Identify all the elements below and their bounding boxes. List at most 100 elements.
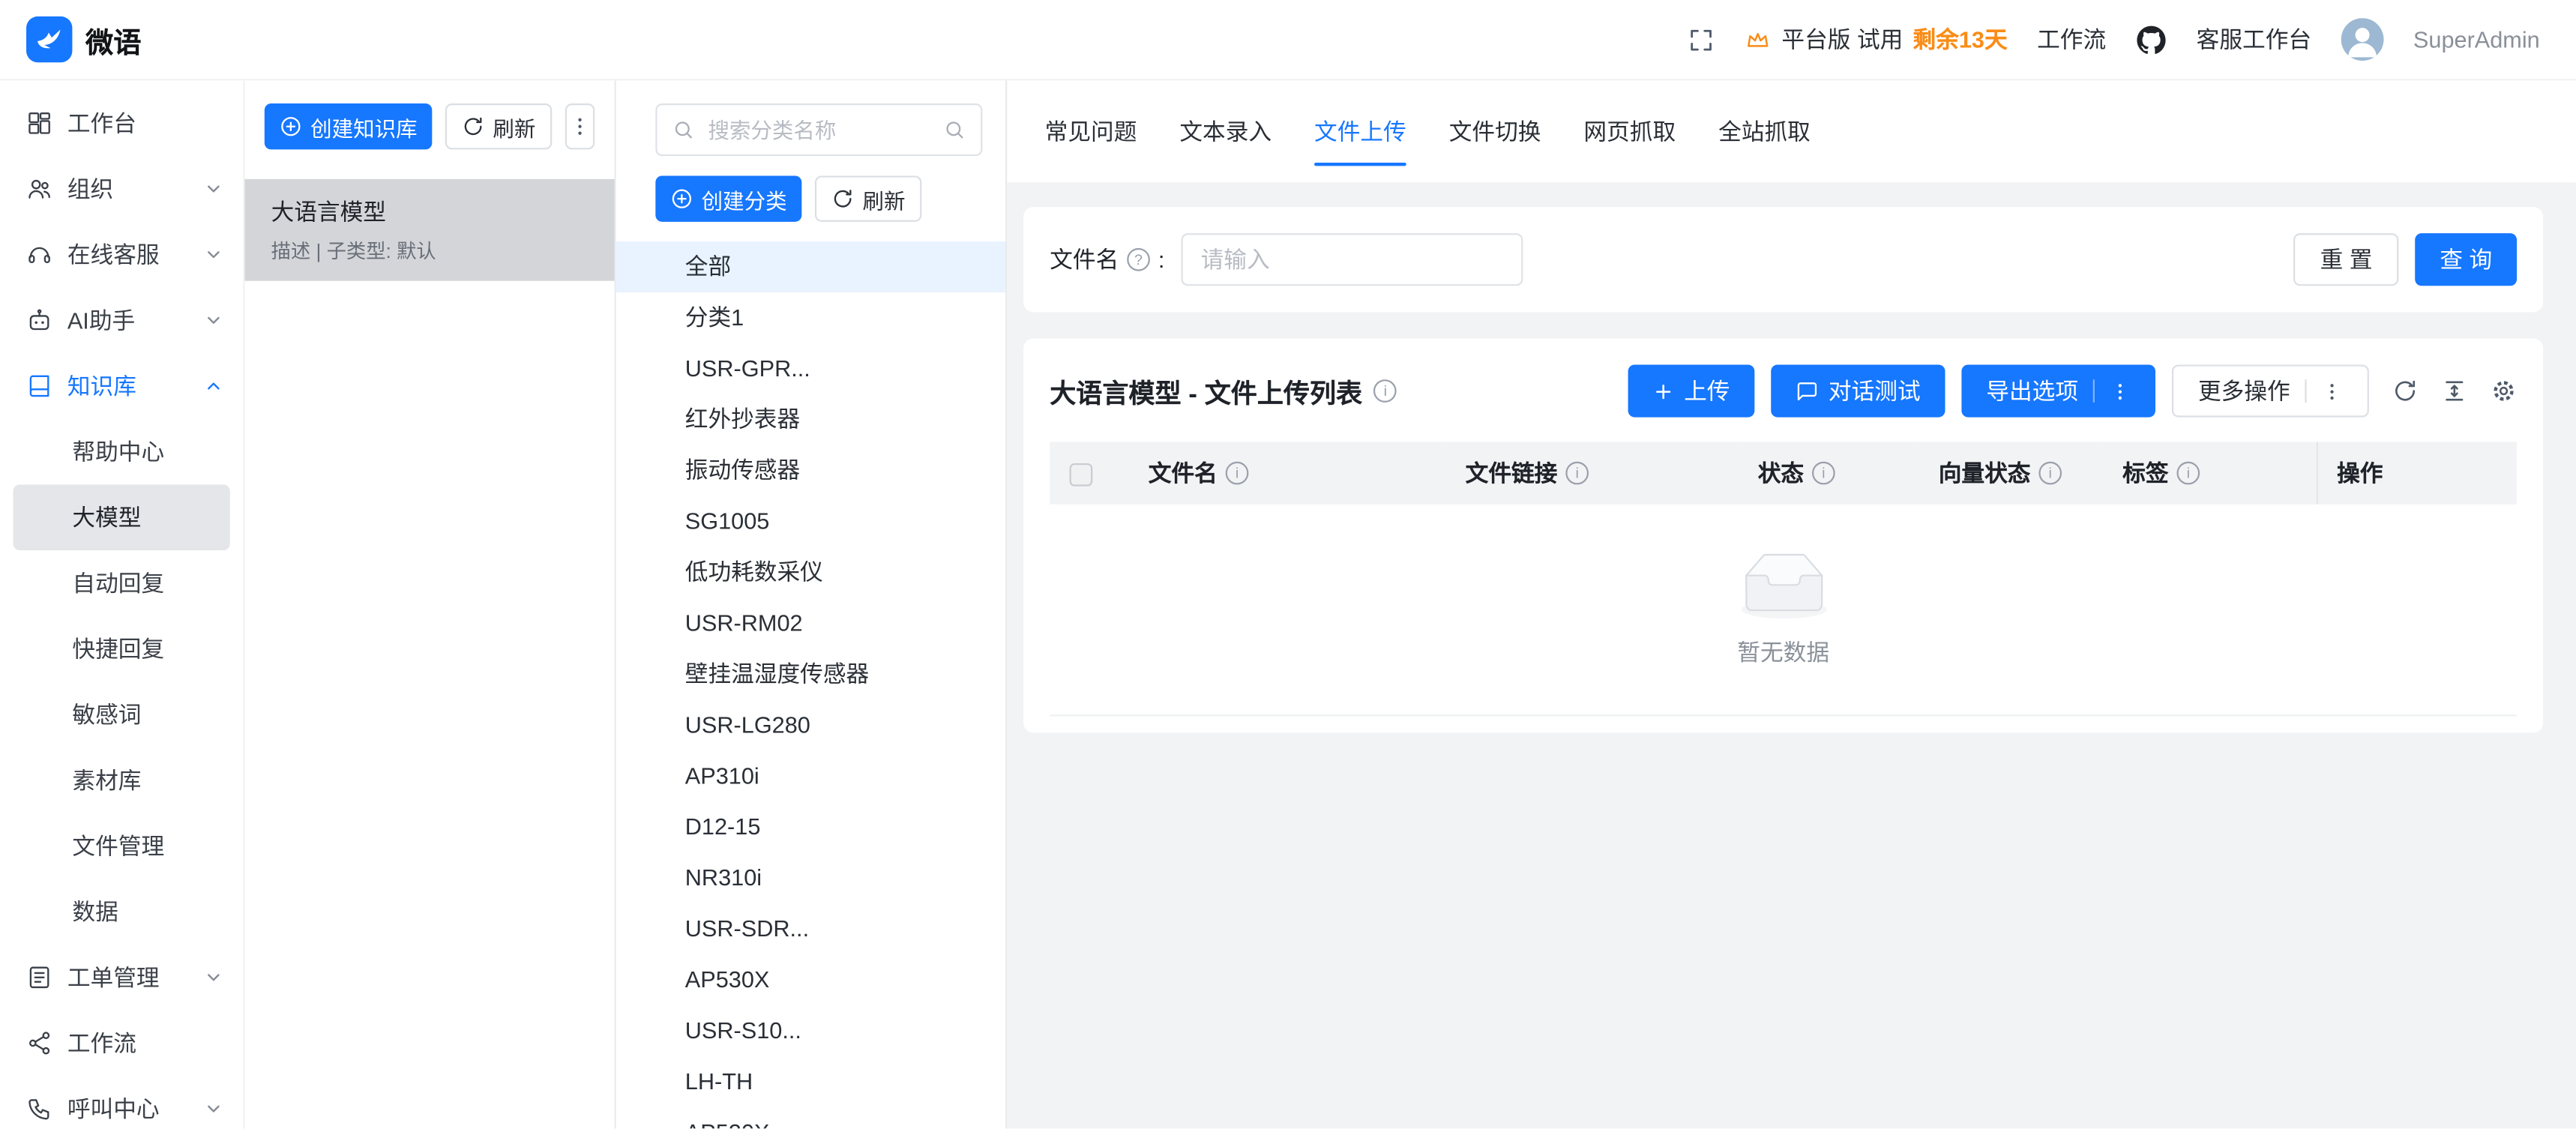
info-icon[interactable] bbox=[1565, 462, 1589, 485]
trial-days-left: 剩余13天 bbox=[1913, 23, 2007, 56]
category-item[interactable]: 全部 bbox=[616, 241, 1005, 292]
fullscreen-icon[interactable] bbox=[1688, 25, 1716, 53]
more-actions-button[interactable]: 更多操作 bbox=[2172, 364, 2369, 417]
plan-badge[interactable]: 平台版 试用 剩余13天 bbox=[1745, 23, 2007, 56]
avatar[interactable] bbox=[2341, 18, 2383, 61]
refresh-category-button[interactable]: 刷新 bbox=[815, 175, 921, 221]
column-status: 状态 bbox=[1738, 442, 1919, 504]
kb-list-item-selected[interactable]: 大语言模型 描述 | 子类型: 默认 bbox=[245, 179, 615, 281]
category-item[interactable]: USR-RM02 bbox=[616, 598, 1005, 649]
github-icon[interactable] bbox=[2136, 24, 2167, 55]
refresh-icon[interactable] bbox=[2392, 378, 2419, 404]
sidebar-item-label: 呼叫中心 bbox=[67, 1092, 160, 1125]
sidebar-subitem-auto-reply[interactable]: 自动回复 bbox=[13, 550, 230, 616]
sidebar-subitem-quick-reply[interactable]: 快捷回复 bbox=[13, 616, 230, 682]
info-icon[interactable] bbox=[1226, 462, 1249, 485]
robot-icon bbox=[26, 307, 52, 334]
category-item[interactable]: 壁挂温湿度传感器 bbox=[616, 649, 1005, 700]
category-item[interactable]: USR-S10... bbox=[616, 1005, 1005, 1056]
refresh-kb-label: 刷新 bbox=[493, 111, 535, 142]
sidebar-item-organization[interactable]: 组织 bbox=[0, 156, 243, 222]
sidebar-item-label: 工作台 bbox=[67, 106, 136, 139]
settings-gear-icon[interactable] bbox=[2491, 378, 2517, 404]
upload-label: 上传 bbox=[1684, 375, 1730, 408]
sidebar-item-workbench[interactable]: 工作台 bbox=[0, 91, 243, 157]
kb-toolbar: 创建知识库 刷新 bbox=[245, 80, 615, 169]
category-item[interactable]: 振动传感器 bbox=[616, 445, 1005, 496]
category-item[interactable]: SG1005 bbox=[616, 496, 1005, 547]
category-item[interactable]: AP530X bbox=[616, 954, 1005, 1005]
book-icon bbox=[26, 373, 52, 399]
category-item[interactable]: USR-GPR... bbox=[616, 343, 1005, 394]
tab-faq[interactable]: 常见问题 bbox=[1023, 80, 1158, 182]
workspace-link[interactable]: 客服工作台 bbox=[2197, 23, 2311, 56]
category-item[interactable]: 分类1 bbox=[616, 292, 1005, 343]
sidebar-subitem-llm[interactable]: 大模型 bbox=[13, 484, 230, 550]
sidebar-subitem-data[interactable]: 数据 bbox=[13, 879, 230, 945]
export-options-button[interactable]: 导出选项 bbox=[1961, 364, 2155, 417]
create-category-button[interactable]: 创建分类 bbox=[655, 175, 801, 221]
tab-site-crawl[interactable]: 全站抓取 bbox=[1697, 80, 1832, 182]
sidebar-item-ai-assistant[interactable]: AI助手 bbox=[0, 287, 243, 353]
tab-file-upload[interactable]: 文件上传 bbox=[1293, 80, 1428, 182]
sidebar-item-call-center[interactable]: 呼叫中心 bbox=[0, 1076, 243, 1128]
category-item[interactable]: NR310i bbox=[616, 852, 1005, 903]
column-vector-status: 向量状态 bbox=[1919, 442, 2102, 504]
body-row: 工作台 组织 在线客服 AI助手 知识库 帮助中心 bbox=[0, 80, 2576, 1128]
category-item[interactable]: 低功耗数采仪 bbox=[616, 547, 1005, 598]
chevron-down-icon bbox=[204, 310, 223, 330]
sidebar-subitem-sensitive-words[interactable]: 敏感词 bbox=[13, 681, 230, 747]
search-submit-icon[interactable] bbox=[943, 118, 966, 142]
workbench-icon bbox=[26, 110, 52, 136]
category-item[interactable]: AP310i bbox=[616, 750, 1005, 801]
tab-text-entry[interactable]: 文本录入 bbox=[1158, 80, 1293, 182]
workflow-link[interactable]: 工作流 bbox=[2037, 23, 2106, 56]
sidebar-item-online-service[interactable]: 在线客服 bbox=[0, 222, 243, 288]
row-height-icon[interactable] bbox=[2441, 378, 2467, 404]
category-item[interactable]: AP520X bbox=[616, 1107, 1005, 1128]
category-search-input[interactable] bbox=[705, 115, 933, 143]
column-label: 操作 bbox=[2337, 460, 2383, 487]
sidebar-item-knowledge-base[interactable]: 知识库 bbox=[0, 353, 243, 419]
info-icon[interactable] bbox=[2176, 462, 2200, 485]
tabs-bar: 常见问题 文本录入 文件上传 文件切换 网页抓取 全站抓取 bbox=[1007, 80, 2576, 184]
chevron-down-icon bbox=[204, 968, 223, 987]
kb-more-button[interactable] bbox=[565, 103, 595, 149]
query-button[interactable]: 查 询 bbox=[2415, 233, 2517, 286]
brand[interactable]: 微语 bbox=[26, 16, 141, 62]
category-item[interactable]: 红外抄表器 bbox=[616, 394, 1005, 445]
file-upload-list-card: 大语言模型 - 文件上传列表 上传 对话测试 导出选项 bbox=[1023, 338, 2543, 732]
list-title: 大语言模型 - 文件上传列表 bbox=[1050, 371, 1397, 411]
help-icon[interactable] bbox=[1127, 248, 1150, 271]
sidebar-subitem-help-center[interactable]: 帮助中心 bbox=[13, 419, 230, 485]
chevron-up-icon bbox=[204, 376, 223, 396]
sidebar-subitem-file-management[interactable]: 文件管理 bbox=[13, 813, 230, 879]
category-search-row bbox=[616, 80, 1005, 156]
column-label: 状态 bbox=[1758, 457, 1804, 490]
empty-state: 暂无数据 bbox=[1050, 505, 2517, 716]
reset-button[interactable]: 重 置 bbox=[2294, 233, 2399, 286]
sidebar-item-workflow[interactable]: 工作流 bbox=[0, 1011, 243, 1077]
select-all-checkbox[interactable] bbox=[1070, 463, 1093, 487]
crown-icon bbox=[1745, 26, 1772, 52]
sidebar-subitem-material-library[interactable]: 素材库 bbox=[13, 747, 230, 813]
tab-file-switch[interactable]: 文件切换 bbox=[1427, 80, 1562, 182]
info-icon[interactable] bbox=[2038, 462, 2062, 485]
category-item[interactable]: D12-15 bbox=[616, 801, 1005, 852]
table-header-row: 文件名 文件链接 状态 向量状态 标签 操作 bbox=[1050, 442, 2517, 504]
filename-filter-input[interactable] bbox=[1181, 233, 1523, 286]
category-item[interactable]: USR-LG280 bbox=[616, 699, 1005, 750]
category-item[interactable]: USR-SDR... bbox=[616, 903, 1005, 954]
chevron-down-icon bbox=[204, 245, 223, 265]
sidebar-item-ticket-management[interactable]: 工单管理 bbox=[0, 945, 243, 1011]
category-toolbar: 创建分类 刷新 bbox=[616, 156, 1005, 238]
create-kb-button[interactable]: 创建知识库 bbox=[265, 103, 433, 149]
category-item[interactable]: LH-TH bbox=[616, 1056, 1005, 1107]
chat-test-button[interactable]: 对话测试 bbox=[1771, 364, 1945, 417]
info-icon[interactable] bbox=[1373, 379, 1397, 403]
ticket-icon bbox=[26, 964, 52, 990]
refresh-kb-button[interactable]: 刷新 bbox=[445, 103, 552, 149]
tab-web-crawl[interactable]: 网页抓取 bbox=[1562, 80, 1697, 182]
info-icon[interactable] bbox=[1812, 462, 1835, 485]
upload-button[interactable]: 上传 bbox=[1628, 364, 1755, 417]
